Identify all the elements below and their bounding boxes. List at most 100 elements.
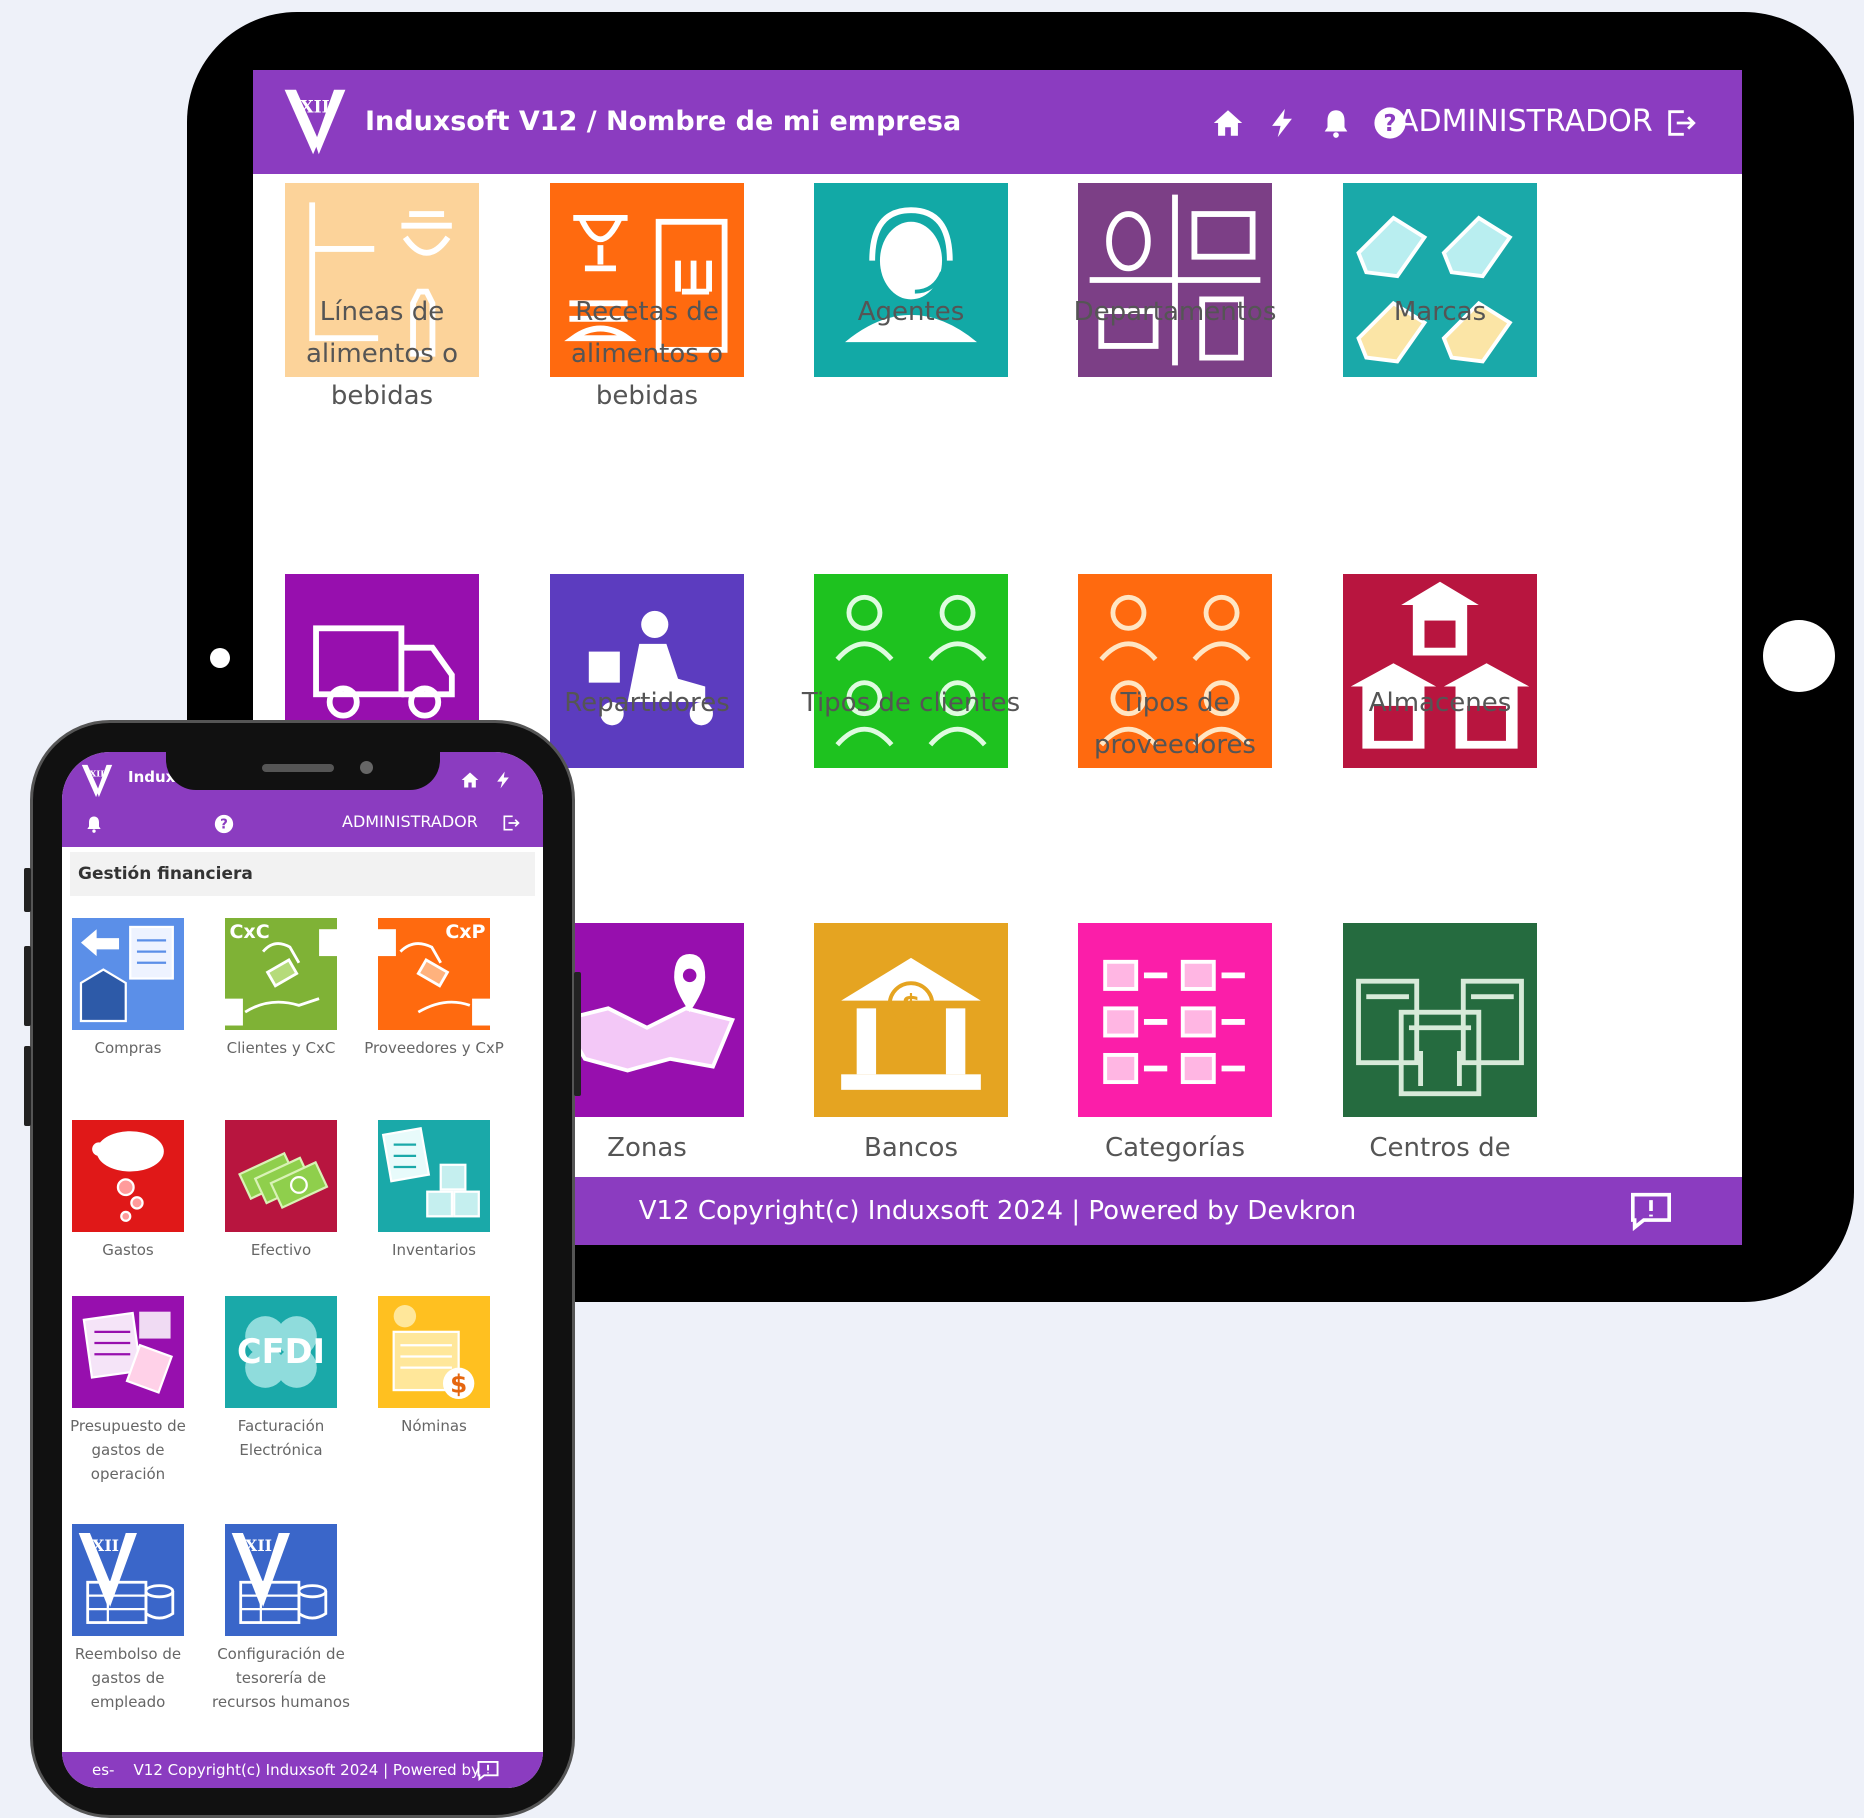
tile-compras[interactable]: Compras [72,918,184,1057]
tile-label: Almacenes [1368,688,1512,718]
help-icon[interactable]: ? [214,814,234,834]
tile-configuracion-tesoreria[interactable]: XII Configuración de tesorería de recurs… [212,1524,350,1711]
lightning-icon[interactable] [493,770,513,790]
tile-bancos[interactable]: $ Bancos [814,923,1008,1163]
tile-label: Presupuesto de gastos de operación [70,1417,186,1483]
svg-text:XII: XII [245,1536,272,1555]
tile-nominas[interactable]: $ Nóminas [378,1296,490,1435]
feedback-icon[interactable] [476,1760,500,1781]
tile-label: Proveedores y CxP [364,1039,504,1057]
accounts-payable-icon: CxP [378,918,490,1030]
tile-categorias[interactable]: Categorías [1078,923,1272,1163]
section-header: Gestión financiera [70,852,535,896]
payroll-icon: $ [378,1296,490,1408]
phone-front-camera [360,761,373,774]
home-icon[interactable] [460,770,480,790]
tile-label: Departamentos [1073,297,1277,327]
departments-icon [1078,183,1272,377]
language-code[interactable]: es- [92,1761,114,1779]
delivery-scooter-icon [550,574,744,768]
tile-efectivo[interactable]: Efectivo [225,1120,337,1259]
tile-tipos-proveedores[interactable]: Tipos de proveedores [1078,574,1272,768]
categories-icon [1078,923,1272,1117]
svg-text:$: $ [902,990,921,1021]
lightning-icon[interactable] [1265,106,1299,140]
user-name[interactable]: ADMINISTRADOR [1398,70,1653,174]
tablet-header: XII Induxsoft V12 / Nombre de mi empresa… [253,70,1742,174]
tile-departamentos[interactable]: Departamentos [1074,183,1276,377]
accounts-receivable-icon: CxC [225,918,337,1030]
tile-label: Repartidores [564,688,730,718]
svg-text:?: ? [1383,111,1396,137]
tile-label: Efectivo [250,1241,312,1259]
induxsoft-logo: XII [81,764,113,798]
tablet-home-button [1763,620,1835,692]
tile-proveedores-cxp[interactable]: CxP Proveedores y CxP [364,918,504,1057]
phone-speaker [262,764,334,772]
copyright-text: es- V12 Copyright(c) Induxsoft 2024 | Po… [92,1752,480,1788]
tile-label: Bancos [864,1133,958,1163]
svg-text:XII: XII [90,769,105,779]
inventory-icon [378,1120,490,1232]
treasury-config-icon: XII [225,1524,337,1636]
svg-text:CxP: CxP [445,921,485,943]
tile-lineas[interactable]: Líneas de alimentos o bebidas [285,183,479,411]
home-icon[interactable] [1211,106,1245,140]
tile-label: Compras [94,1039,162,1057]
tile-label: Clientes y CxC [226,1039,336,1057]
budget-icon [72,1296,184,1408]
phone-screen: XII Induxs ? ADMINISTRADOR Gestión finan… [62,752,543,1788]
feedback-icon[interactable] [1629,1191,1673,1231]
tile-inventarios[interactable]: Inventarios [378,1120,490,1259]
user-name[interactable]: ADMINISTRADOR [342,812,478,831]
cfdi-icon: CFDI [225,1296,337,1408]
client-types-icon [814,574,1008,768]
piggy-bank-icon [72,1120,184,1232]
phone-side-button [24,1046,31,1126]
tile-agentes[interactable]: Agentes [814,183,1008,377]
tile-label: Gastos [102,1241,154,1259]
tile-label: Categorías [1104,1133,1246,1163]
svg-text:$: $ [450,1369,467,1398]
svg-text:XII: XII [300,98,329,118]
purchases-icon [72,918,184,1030]
tile-label: Agentes [857,297,965,327]
tile-repartidores[interactable]: Repartidores [550,574,744,768]
tile-label: Facturación Electrónica [237,1417,325,1459]
reimbursement-icon: XII [72,1524,184,1636]
svg-text:CFDI: CFDI [237,1332,325,1371]
tile-gastos[interactable]: Gastos [72,1120,184,1259]
induxsoft-logo: XII [284,89,346,155]
tile-recetas[interactable]: Recetas de alimentos o bebidas [550,183,744,411]
phone-side-button [24,868,31,912]
tile-label: Centros de [1369,1133,1511,1163]
buildings-icon [1343,923,1537,1117]
cash-icon [225,1120,337,1232]
tile-centros[interactable]: Centros de [1343,923,1537,1163]
tile-label: Tipos de clientes [801,688,1021,718]
tile-label: Reembolso de gastos de empleado [74,1645,182,1711]
tile-label: Líneas de alimentos o bebidas [305,297,458,411]
tile-marcas[interactable]: Marcas [1343,183,1537,377]
tile-reembolso[interactable]: XII Reembolso de gastos de empleado [72,1524,184,1711]
bank-icon: $ [814,923,1008,1117]
tile-label: Marcas [1393,297,1487,327]
phone-side-button [24,946,31,1026]
tile-tipos-clientes[interactable]: Tipos de clientes [802,574,1020,768]
logout-icon[interactable] [1663,106,1699,140]
svg-text:CxC: CxC [229,921,269,943]
tile-clientes-cxc[interactable]: CxC Clientes y CxC [225,918,337,1057]
phone-footer: es- V12 Copyright(c) Induxsoft 2024 | Po… [62,1752,543,1788]
tile-facturacion[interactable]: CFDI Facturación Electrónica [225,1296,337,1459]
tile-label: Configuración de tesorería de recursos h… [212,1645,350,1711]
tile-almacenes[interactable]: Almacenes [1343,574,1537,768]
bell-icon[interactable] [84,814,104,834]
logout-icon[interactable] [500,813,522,833]
tablet-camera [210,648,230,668]
svg-text:?: ? [220,818,228,833]
agent-headset-icon [814,183,1008,377]
bell-icon[interactable] [1319,106,1353,140]
tile-label: Tipos de proveedores [1094,688,1256,760]
phone-side-button [574,972,581,1096]
tile-presupuesto[interactable]: Presupuesto de gastos de operación [70,1296,186,1483]
